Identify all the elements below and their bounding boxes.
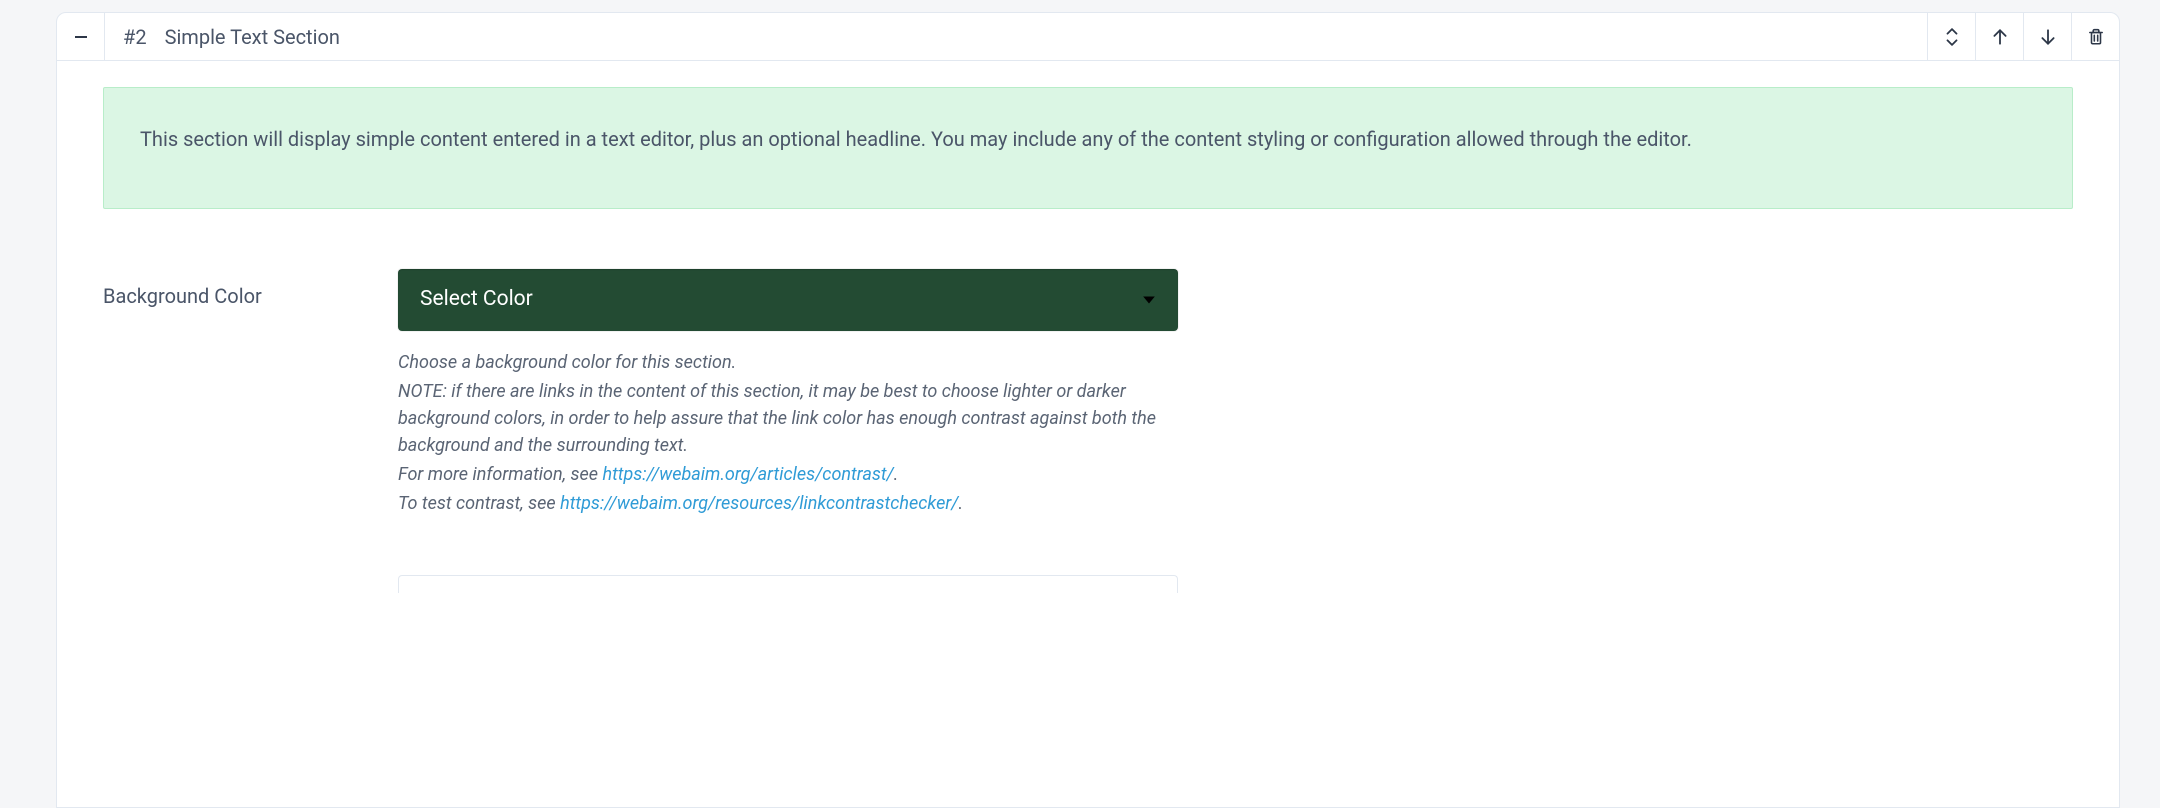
help-test: To test contrast, see https://webaim.org… — [398, 490, 1178, 517]
background-color-control: Select Color Choose a background color f… — [398, 269, 1178, 593]
help-note: NOTE: if there are links in the content … — [398, 378, 1178, 459]
background-color-field: Background Color Select Color Choose a b… — [103, 269, 2073, 593]
caret-down-icon — [1142, 293, 1156, 307]
background-color-selected: Select Color — [420, 284, 533, 316]
section-title: #2 Simple Text Section — [105, 13, 1927, 60]
background-color-help: Choose a background color for this secti… — [398, 349, 1178, 517]
help-line-1: Choose a background color for this secti… — [398, 349, 1178, 376]
reorder-handle[interactable] — [1927, 13, 1975, 60]
contrast-checker-link[interactable]: https://webaim.org/resources/linkcontras… — [560, 493, 958, 514]
section-description: This section will display simple content… — [103, 87, 2073, 209]
section-body: This section will display simple content… — [57, 61, 2119, 593]
section-title-text: Simple Text Section — [165, 22, 340, 52]
move-up-button[interactable] — [1975, 13, 2023, 60]
trash-icon — [2087, 28, 2105, 46]
section-index: #2 — [123, 22, 147, 52]
delete-button[interactable] — [2071, 13, 2119, 60]
section-panel: #2 Simple Text Section — [56, 12, 2120, 808]
move-down-button[interactable] — [2023, 13, 2071, 60]
arrow-down-icon — [2039, 28, 2057, 46]
contrast-info-link[interactable]: https://webaim.org/articles/contrast/ — [602, 464, 893, 485]
next-field-peek — [398, 575, 1178, 593]
background-color-label: Background Color — [103, 269, 398, 311]
help-more: For more information, see https://webaim… — [398, 461, 1178, 488]
section-header: #2 Simple Text Section — [57, 13, 2119, 61]
minus-icon — [73, 29, 89, 45]
background-color-select[interactable]: Select Color — [398, 269, 1178, 331]
sort-icon — [1943, 28, 1961, 46]
arrow-up-icon — [1991, 28, 2009, 46]
collapse-toggle[interactable] — [57, 13, 105, 60]
